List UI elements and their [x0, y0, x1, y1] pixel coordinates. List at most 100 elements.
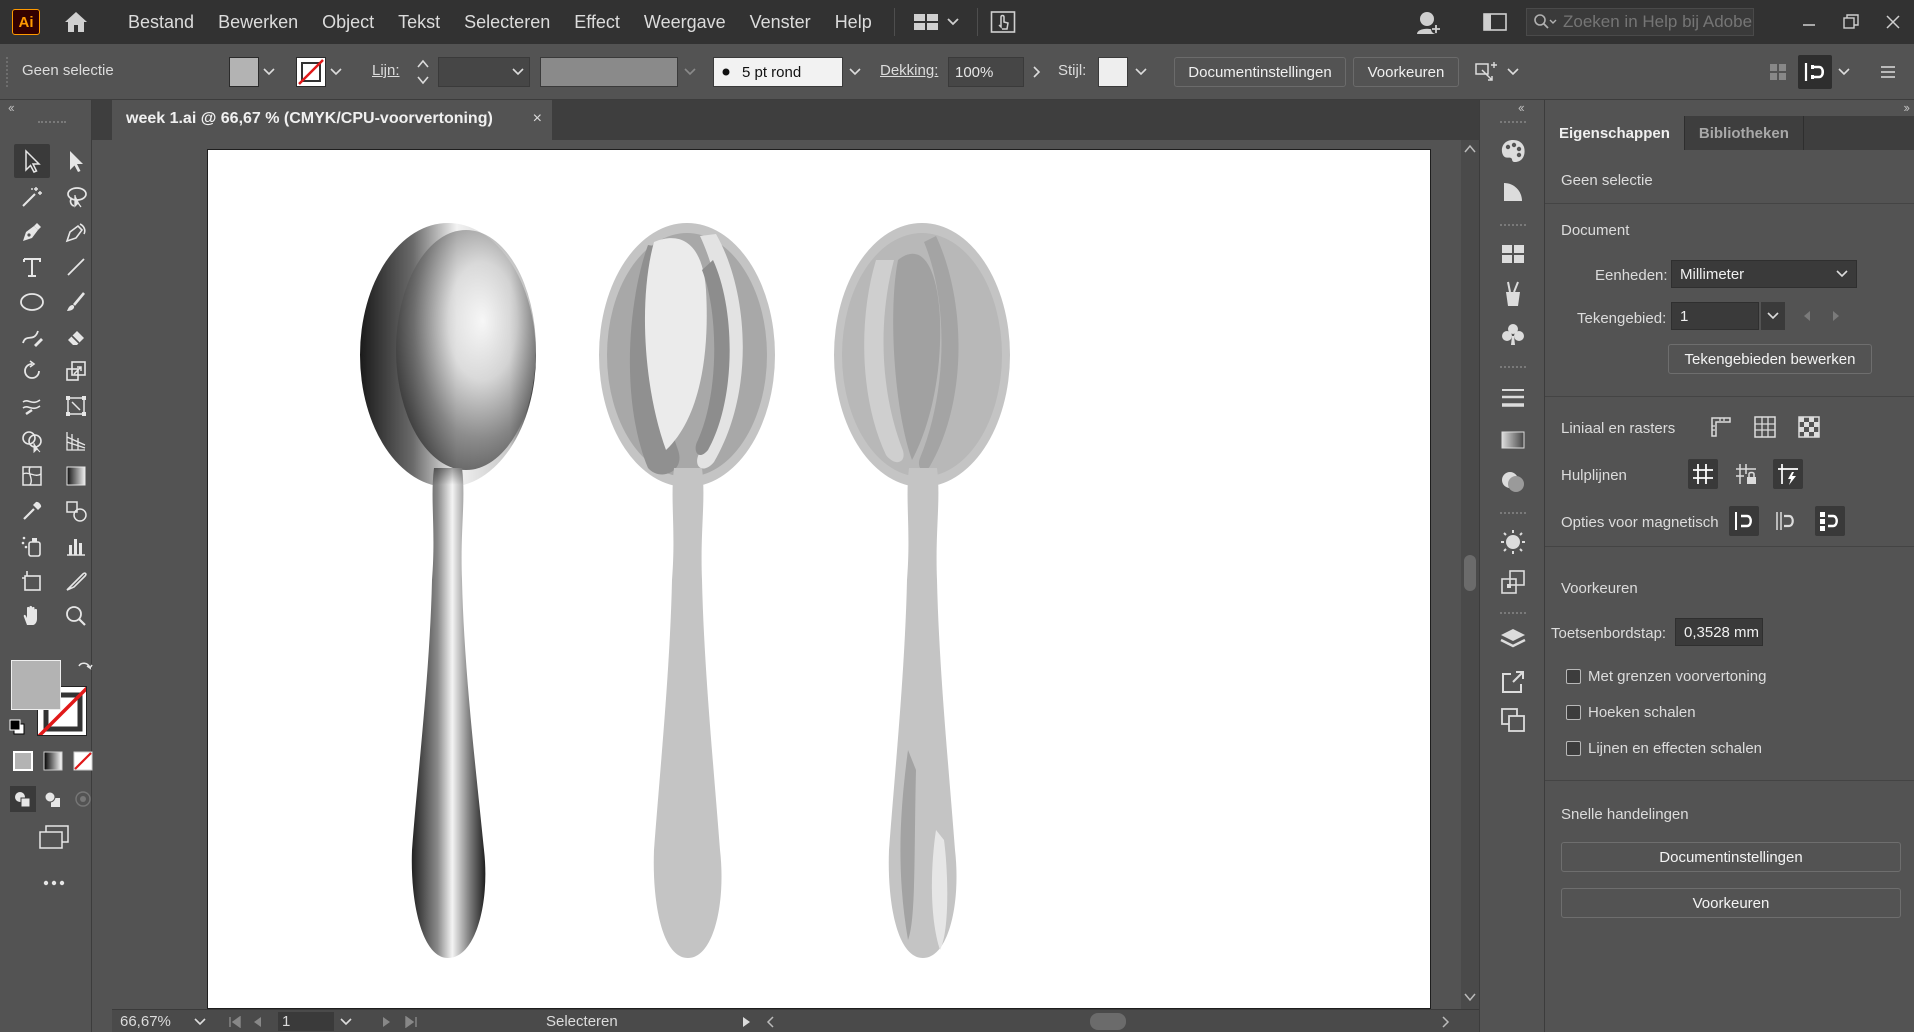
align-grid-icon[interactable] [1764, 57, 1792, 87]
column-graph-tool[interactable] [58, 529, 94, 563]
screen-mode-icon[interactable] [36, 822, 72, 852]
color-palette-icon[interactable] [1497, 134, 1529, 166]
draw-behind-icon[interactable] [40, 786, 66, 812]
chevron-down-icon[interactable] [508, 57, 528, 87]
color-mode-button[interactable] [10, 748, 36, 774]
snap-to-point-icon[interactable] [1729, 506, 1759, 536]
chevron-down-icon[interactable] [340, 1010, 352, 1032]
artboard-dropdown[interactable]: 1 [1671, 302, 1759, 330]
appearance-icon[interactable] [1497, 526, 1529, 558]
scroll-left-icon[interactable] [766, 1010, 774, 1032]
eraser-tool[interactable] [58, 320, 94, 354]
opacity-label[interactable]: Dekking: [880, 62, 938, 79]
scale-strokes-effects-checkbox[interactable]: Lijnen en effecten schalen [1566, 740, 1762, 757]
brushes-icon[interactable] [1497, 278, 1529, 310]
scroll-up-icon[interactable] [1464, 144, 1476, 154]
last-artboard-icon[interactable] [404, 1010, 418, 1032]
snap-to-pixel-icon[interactable] [1815, 506, 1845, 536]
artboard-number-field[interactable]: 1 [278, 1012, 334, 1031]
close-icon[interactable] [1872, 7, 1914, 37]
collapse-panel-icon[interactable]: ‹‹ [8, 100, 15, 115]
show-guides-icon[interactable] [1688, 459, 1718, 489]
draw-inside-icon[interactable] [70, 786, 96, 812]
export-icon[interactable] [1497, 666, 1529, 698]
ruler-icon[interactable] [1706, 412, 1736, 442]
menu-venster[interactable]: Venster [738, 0, 823, 44]
ellipse-tool[interactable] [14, 285, 50, 319]
units-dropdown[interactable]: Millimeter [1671, 260, 1857, 288]
chevron-down-icon[interactable] [326, 57, 346, 87]
artboards-panel-icon[interactable] [1497, 704, 1529, 736]
document-settings-button[interactable]: Documentinstellingen [1174, 57, 1346, 87]
chevron-down-icon[interactable] [259, 57, 279, 87]
transform-icon[interactable] [1497, 566, 1529, 598]
lock-guides-icon[interactable] [1731, 459, 1761, 489]
variable-width-profile[interactable] [540, 57, 678, 87]
spoon-shaded[interactable] [360, 223, 536, 958]
quick-document-settings-button[interactable]: Documentinstellingen [1561, 842, 1901, 872]
snap-to-grid-icon[interactable] [1771, 506, 1801, 536]
chevron-down-icon[interactable] [1503, 57, 1523, 87]
shaper-tool[interactable] [14, 320, 50, 354]
document-tab[interactable]: week 1.ai @ 66,67 % (CMYK/CPU-voorverton… [112, 100, 552, 140]
gradient-tool[interactable] [58, 459, 94, 493]
scale-corners-checkbox[interactable]: Hoeken schalen [1566, 704, 1696, 721]
artboard-tool[interactable] [14, 564, 50, 598]
panel-grip[interactable] [6, 57, 8, 87]
perspective-grid-tool[interactable] [58, 424, 94, 458]
menu-effect[interactable]: Effect [562, 0, 632, 44]
none-mode-button[interactable] [70, 748, 96, 774]
stroke-weight-stepper[interactable] [412, 55, 434, 89]
menu-bestand[interactable]: Bestand [116, 0, 206, 44]
swatches-icon[interactable] [1497, 238, 1529, 270]
gradient-mode-button[interactable] [40, 748, 66, 774]
chevron-down-icon[interactable] [1761, 302, 1785, 330]
grid-icon[interactable] [1750, 412, 1780, 442]
workspace-switcher-button[interactable] [905, 12, 967, 32]
chevron-down-icon[interactable] [680, 57, 700, 87]
transparency-grid-icon[interactable] [1794, 412, 1824, 442]
color-guide-icon[interactable] [1497, 176, 1529, 208]
horizontal-scrollbar-thumb[interactable] [1090, 1013, 1126, 1030]
arrange-icon[interactable] [1472, 57, 1502, 87]
panel-grip[interactable] [1500, 224, 1526, 228]
eyedropper-tool[interactable] [14, 494, 50, 528]
chevron-down-icon[interactable] [1834, 57, 1854, 87]
arrange-documents-icon[interactable] [1482, 11, 1508, 33]
menu-bewerken[interactable]: Bewerken [206, 0, 310, 44]
draw-normal-icon[interactable] [10, 786, 36, 812]
warp-tool[interactable] [14, 389, 50, 423]
pen-tool[interactable] [14, 215, 50, 249]
collapse-panel-icon[interactable]: ‹‹ [1518, 100, 1525, 115]
preview-bounds-checkbox[interactable]: Met grenzen voorvertoning [1566, 668, 1766, 685]
expand-panel-icon[interactable]: ›› [1903, 100, 1910, 115]
tab-bibliotheken[interactable]: Bibliotheken [1685, 116, 1804, 150]
stroke-panel-icon[interactable] [1497, 382, 1529, 414]
snap-options-icon[interactable] [1798, 55, 1832, 89]
selection-tool[interactable] [14, 144, 50, 178]
panel-grip[interactable] [38, 121, 66, 125]
lasso-tool[interactable] [58, 180, 94, 214]
panel-grip[interactable] [1500, 512, 1526, 516]
slice-tool[interactable] [58, 564, 94, 598]
menu-lines-icon[interactable] [1874, 57, 1902, 87]
tab-eigenschappen[interactable]: Eigenschappen [1545, 116, 1685, 150]
fill-color-control[interactable] [229, 57, 279, 87]
shape-builder-tool[interactable] [14, 424, 50, 458]
help-search[interactable] [1526, 8, 1754, 36]
previous-artboard-icon[interactable] [252, 1010, 262, 1032]
minimize-icon[interactable] [1788, 7, 1830, 37]
scroll-right-icon[interactable] [1442, 1010, 1450, 1032]
rotate-tool[interactable] [14, 354, 50, 388]
panel-grip[interactable] [1500, 612, 1526, 616]
panel-grip[interactable] [1500, 366, 1526, 370]
close-tab-icon[interactable]: × [533, 110, 542, 128]
preferences-button[interactable]: Voorkeuren [1353, 57, 1459, 87]
menu-selecteren[interactable]: Selecteren [452, 0, 562, 44]
chevron-down-icon[interactable] [194, 1010, 206, 1032]
fill-swatch[interactable] [229, 57, 259, 87]
home-icon[interactable] [58, 4, 94, 40]
scroll-down-icon[interactable] [1464, 992, 1476, 1002]
panel-grip[interactable] [1500, 121, 1526, 125]
default-colors-icon[interactable] [8, 718, 26, 736]
